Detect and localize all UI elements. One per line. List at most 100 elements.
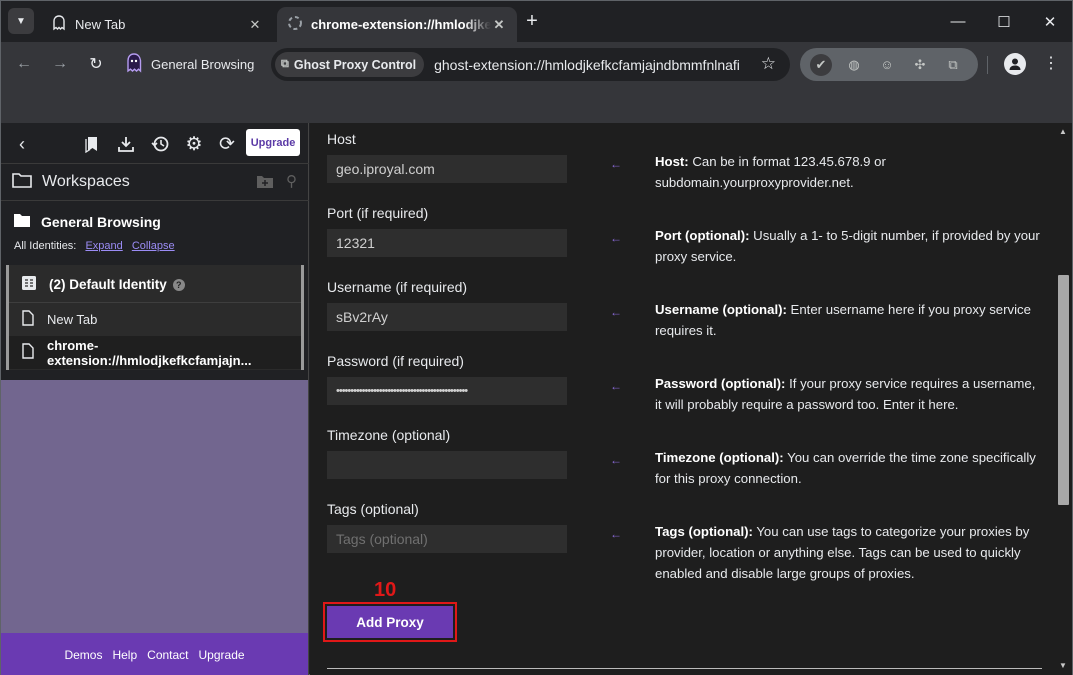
scroll-up-icon[interactable]: ▲ [1059, 127, 1067, 136]
tab-extension[interactable]: chrome-extension://hmlodjkefkcfamjajndbm… [277, 7, 517, 42]
bookmark-star-icon[interactable]: ☆ [761, 54, 776, 74]
back-chevron-icon[interactable]: ‹ [11, 133, 33, 155]
maximize-button[interactable]: ☐ [981, 1, 1027, 42]
port-help-term: Port (optional): [655, 228, 750, 243]
forward-arrow-icon[interactable]: → [49, 53, 71, 75]
timezone-help: Timezone (optional): You can override th… [655, 447, 1045, 489]
tab-item-label: New Tab [47, 311, 98, 327]
browser-toolbar: ← → ↻ General Browsing ⧉ Ghost Proxy Con… [1, 42, 1072, 86]
scroll-down-icon[interactable]: ▼ [1059, 661, 1067, 670]
highlight-box: Add Proxy [323, 602, 457, 642]
port-pointer-icon: ← [610, 231, 622, 245]
host-label: Host [327, 131, 356, 147]
identity-tab-item[interactable]: New Tab [9, 302, 301, 335]
crosshair-extension-icon[interactable]: ✣ [909, 54, 931, 76]
tags-label: Tags (optional) [327, 501, 419, 517]
page-icon [21, 343, 35, 362]
ghost-favicon-icon [51, 15, 67, 34]
timezone-input[interactable] [327, 451, 567, 479]
sidebar-footer: Demos Help Contact Upgrade [1, 633, 308, 675]
toolbar-divider [987, 56, 988, 74]
identity-title: (2) Default Identity [49, 277, 167, 292]
timezone-help-term: Timezone (optional): [655, 450, 784, 465]
password-help-term: Password (optional): [655, 376, 786, 391]
browser-window: ▼ New Tab ✕ chrome-extension://hmlodjkef… [0, 0, 1073, 675]
sync-icon[interactable]: ⟳ [216, 133, 238, 155]
content-scrollbar[interactable]: ▲ ▼ [1055, 123, 1072, 675]
tags-pointer-icon: ← [610, 527, 622, 541]
workspace-sidebar: ‹ ⚙ ⟳ Upgrade Workspaces ⚲ General Brows… [1, 123, 309, 675]
search-icon[interactable]: ⚲ [286, 172, 297, 190]
ghost-icon [123, 52, 145, 77]
tab-item-label: chrome-extension://hmlodjkefkcfamjajn... [47, 337, 252, 368]
host-help: Host: Can be in format 123.45.678.9 or s… [655, 151, 1045, 193]
identity-header[interactable]: (2) Default Identity ? [9, 268, 301, 301]
minimize-button[interactable]: — [935, 1, 981, 42]
timezone-label: Timezone (optional) [327, 427, 451, 443]
bookmarks-bar [1, 86, 1072, 123]
extension-chip[interactable]: ⧉ Ghost Proxy Control [275, 52, 425, 77]
host-help-term: Host: [655, 154, 689, 169]
tab-title: New Tab [75, 17, 126, 32]
upgrade-link[interactable]: Upgrade [199, 648, 245, 662]
upgrade-button[interactable]: Upgrade [246, 129, 300, 156]
port-help: Port (optional): Usually a 1- to 5-digit… [655, 225, 1045, 267]
tab-new-tab[interactable]: New Tab ✕ [41, 7, 273, 42]
identity-card-icon [21, 275, 37, 294]
loading-favicon-icon [287, 15, 303, 34]
ghost-profile-chip[interactable]: General Browsing [123, 50, 254, 78]
reload-icon[interactable]: ↻ [85, 53, 107, 75]
sidebar-header: ‹ ⚙ ⟳ Upgrade [1, 123, 309, 163]
username-input[interactable]: sBv2rAy [327, 303, 567, 331]
proxy-form-panel: Host geo.iproyal.com Port (if required) … [310, 123, 1055, 675]
identity-tab-item-active[interactable]: chrome-extension://hmlodjkefkcfamjajn... [9, 336, 301, 369]
window-close-button[interactable]: ✕ [1027, 1, 1073, 42]
workspace-general-browsing[interactable]: General Browsing [13, 213, 161, 231]
tags-help: Tags (optional): You can use tags to cat… [655, 521, 1045, 584]
close-tab-icon[interactable]: ✕ [491, 17, 507, 33]
tags-help-term: Tags (optional): [655, 524, 753, 539]
close-tab-icon[interactable]: ✕ [247, 17, 263, 33]
tab-search-button[interactable]: ▼ [8, 8, 34, 34]
divider [327, 668, 1042, 669]
password-label: Password (if required) [327, 353, 464, 369]
back-arrow-icon[interactable]: ← [13, 53, 35, 75]
collapse-link[interactable]: Collapse [132, 240, 175, 252]
username-label: Username (if required) [327, 279, 468, 295]
all-identities-label: All Identities: [14, 240, 77, 252]
puzzle-extensions-icon[interactable]: ⧉ [942, 54, 964, 76]
help-link[interactable]: Help [112, 648, 137, 662]
gear-icon[interactable]: ⚙ [183, 133, 205, 155]
scrollbar-thumb[interactable] [1058, 275, 1069, 505]
profile-avatar-icon[interactable] [1004, 53, 1026, 75]
host-input[interactable]: geo.iproyal.com [327, 155, 567, 183]
face-extension-icon[interactable]: ☺ [876, 54, 898, 76]
port-input[interactable]: 12321 [327, 229, 567, 257]
add-proxy-button[interactable]: Add Proxy [327, 606, 453, 638]
kebab-menu-icon[interactable]: ⋮ [1041, 53, 1061, 75]
username-pointer-icon: ← [610, 305, 622, 319]
workspaces-title: Workspaces [42, 173, 130, 190]
contact-link[interactable]: Contact [147, 648, 188, 662]
new-folder-icon[interactable] [256, 174, 274, 194]
url-text[interactable]: ghost-extension://hmlodjkefkcfamjajndbmm… [434, 57, 759, 73]
search-extension-icon[interactable]: ◍ [843, 54, 865, 76]
omnibox[interactable]: ⧉ Ghost Proxy Control ghost-extension://… [271, 48, 790, 81]
identity-controls: All Identities: Expand Collapse [14, 240, 175, 252]
profile-name: General Browsing [151, 56, 255, 72]
tags-input[interactable]: Tags (optional) [327, 525, 567, 553]
download-icon[interactable] [115, 133, 137, 155]
demos-link[interactable]: Demos [64, 648, 102, 662]
folder-filled-icon [13, 213, 31, 231]
expand-link[interactable]: Expand [85, 240, 122, 252]
password-input[interactable]: ••••••••••••••••••••••••••••••••••••••••… [327, 377, 567, 405]
help-icon[interactable]: ? [172, 278, 185, 291]
extension-chip-label: Ghost Proxy Control [293, 57, 417, 72]
checkmark-extension-icon[interactable]: ✔ [810, 53, 832, 76]
bookmarks-icon[interactable] [81, 133, 103, 155]
new-tab-button[interactable]: + [521, 11, 543, 33]
workspaces-header: Workspaces ⚲ [1, 163, 309, 201]
tab-strip: ▼ New Tab ✕ chrome-extension://hmlodjkef… [1, 1, 1072, 42]
history-icon[interactable] [149, 133, 171, 155]
username-help: Username (optional): Enter username here… [655, 299, 1045, 341]
